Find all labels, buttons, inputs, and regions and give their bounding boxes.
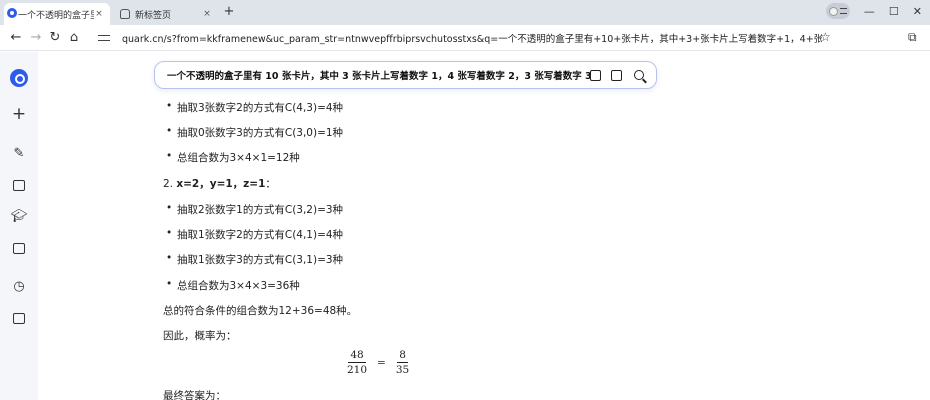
window-controls: — ☐ ✕ (825, 3, 922, 19)
save-icon[interactable] (590, 69, 601, 81)
fraction: 8 35 (394, 349, 411, 376)
extensions-icon[interactable]: ⧉ (908, 30, 917, 45)
forward-arrow-icon[interactable]: → (28, 30, 44, 46)
list-item: 抽取2张数字1的方式有C(3,2)=3种 (163, 202, 343, 217)
browser-toolbar: ← → ↻ ⌂ quark.cn/s?from=kkframenew&uc_pa… (0, 25, 930, 51)
equals-sign: = (377, 356, 386, 369)
avatar-icon (828, 6, 838, 16)
tab-new-tab-page[interactable]: 新标签页 × (114, 3, 218, 25)
fraction: 48 210 (345, 349, 369, 376)
menu-icon (839, 8, 847, 14)
history-clock-icon[interactable]: ◷ (10, 277, 28, 295)
numerator: 48 (348, 349, 366, 363)
terminal-icon[interactable] (10, 239, 28, 257)
new-chat-plus-icon[interactable]: + (10, 104, 28, 124)
logo (10, 69, 28, 87)
bookmark-add-icon[interactable] (10, 309, 28, 327)
question-actions (590, 68, 646, 82)
tab-close-icon[interactable]: × (202, 9, 212, 19)
question-text: 一个不透明的盒子里有 10 张卡片，其中 3 张卡片上写着数字 1，4 张写着数… (167, 71, 590, 82)
case-number: 2. (163, 178, 177, 190)
tab-title: 新标签页 (135, 10, 172, 21)
list-item: 抽取1张数字3的方式有C(3,1)=3种 (163, 252, 343, 267)
terminal-frame (13, 242, 25, 254)
quark-favicon-icon (7, 8, 17, 18)
close-window-button[interactable]: ✕ (913, 5, 922, 18)
image-icon[interactable] (10, 176, 28, 194)
tab-title: 一个不透明的盒子里 (18, 10, 94, 21)
graduation-cap-icon[interactable]: 🎓︎ (10, 207, 28, 225)
address-bar[interactable]: quark.cn/s?from=kkframenew&uc_param_str=… (98, 28, 838, 48)
image-frame (13, 179, 25, 191)
tab-active[interactable]: 一个不透明的盒子里 × (4, 3, 110, 25)
minimize-button[interactable]: — (864, 5, 875, 18)
site-settings-icon[interactable] (98, 33, 112, 43)
question-bar[interactable]: 一个不透明的盒子里有 10 张卡片，其中 3 张卡片上写着数字 1，4 张写着数… (154, 61, 657, 89)
profile-button[interactable] (825, 3, 850, 19)
list-item: 抽取3张数字2的方式有C(4,3)=4种 (163, 100, 343, 115)
quark-logo-icon[interactable] (10, 69, 28, 87)
paragraph: 总的符合条件的组合数为12+36=48种。 (163, 305, 358, 317)
paragraph: 因此，概率为： (163, 330, 237, 342)
list-item: 总组合数为3×4×1=12种 (163, 150, 300, 165)
list-item: 总组合数为3×4×3=36种 (163, 278, 300, 293)
page-icon (120, 9, 130, 19)
left-sidebar: + ✎ 🎓︎ ◷ (0, 52, 38, 400)
edit-image-icon[interactable] (611, 69, 622, 81)
list-item: 抽取1张数字2的方式有C(4,1)=4种 (163, 227, 343, 242)
pen-icon[interactable]: ✎ (10, 144, 28, 162)
search-button[interactable] (632, 68, 646, 82)
maximize-button[interactable]: ☐ (889, 5, 899, 18)
case-heading: 2. x=2，y=1，z=1： (163, 176, 276, 191)
tab-close-icon[interactable]: × (94, 9, 104, 19)
search-icon (634, 70, 644, 80)
case-colon: ： (265, 178, 276, 190)
home-icon[interactable]: ⌂ (66, 30, 82, 46)
denominator: 210 (347, 364, 368, 376)
list-item: 抽取0张数字3的方式有C(3,0)=1种 (163, 125, 343, 140)
probability-formula: 48 210 = 8 35 (345, 349, 411, 376)
new-tab-button[interactable]: + (222, 4, 236, 20)
bookmark-star-icon[interactable]: ☆ (820, 30, 831, 44)
paragraph: 最终答案为： (163, 390, 226, 400)
tab-strip: 一个不透明的盒子里 × 新标签页 × + — ☐ ✕ (0, 0, 930, 25)
case-condition: x=2，y=1，z=1 (176, 178, 266, 190)
bookmark-frame (13, 312, 25, 324)
numerator: 8 (397, 349, 408, 363)
back-arrow-icon[interactable]: ← (8, 30, 24, 46)
url-text[interactable]: quark.cn/s?from=kkframenew&uc_param_str=… (122, 31, 822, 45)
reload-icon[interactable]: ↻ (47, 30, 63, 46)
denominator: 35 (395, 364, 410, 376)
